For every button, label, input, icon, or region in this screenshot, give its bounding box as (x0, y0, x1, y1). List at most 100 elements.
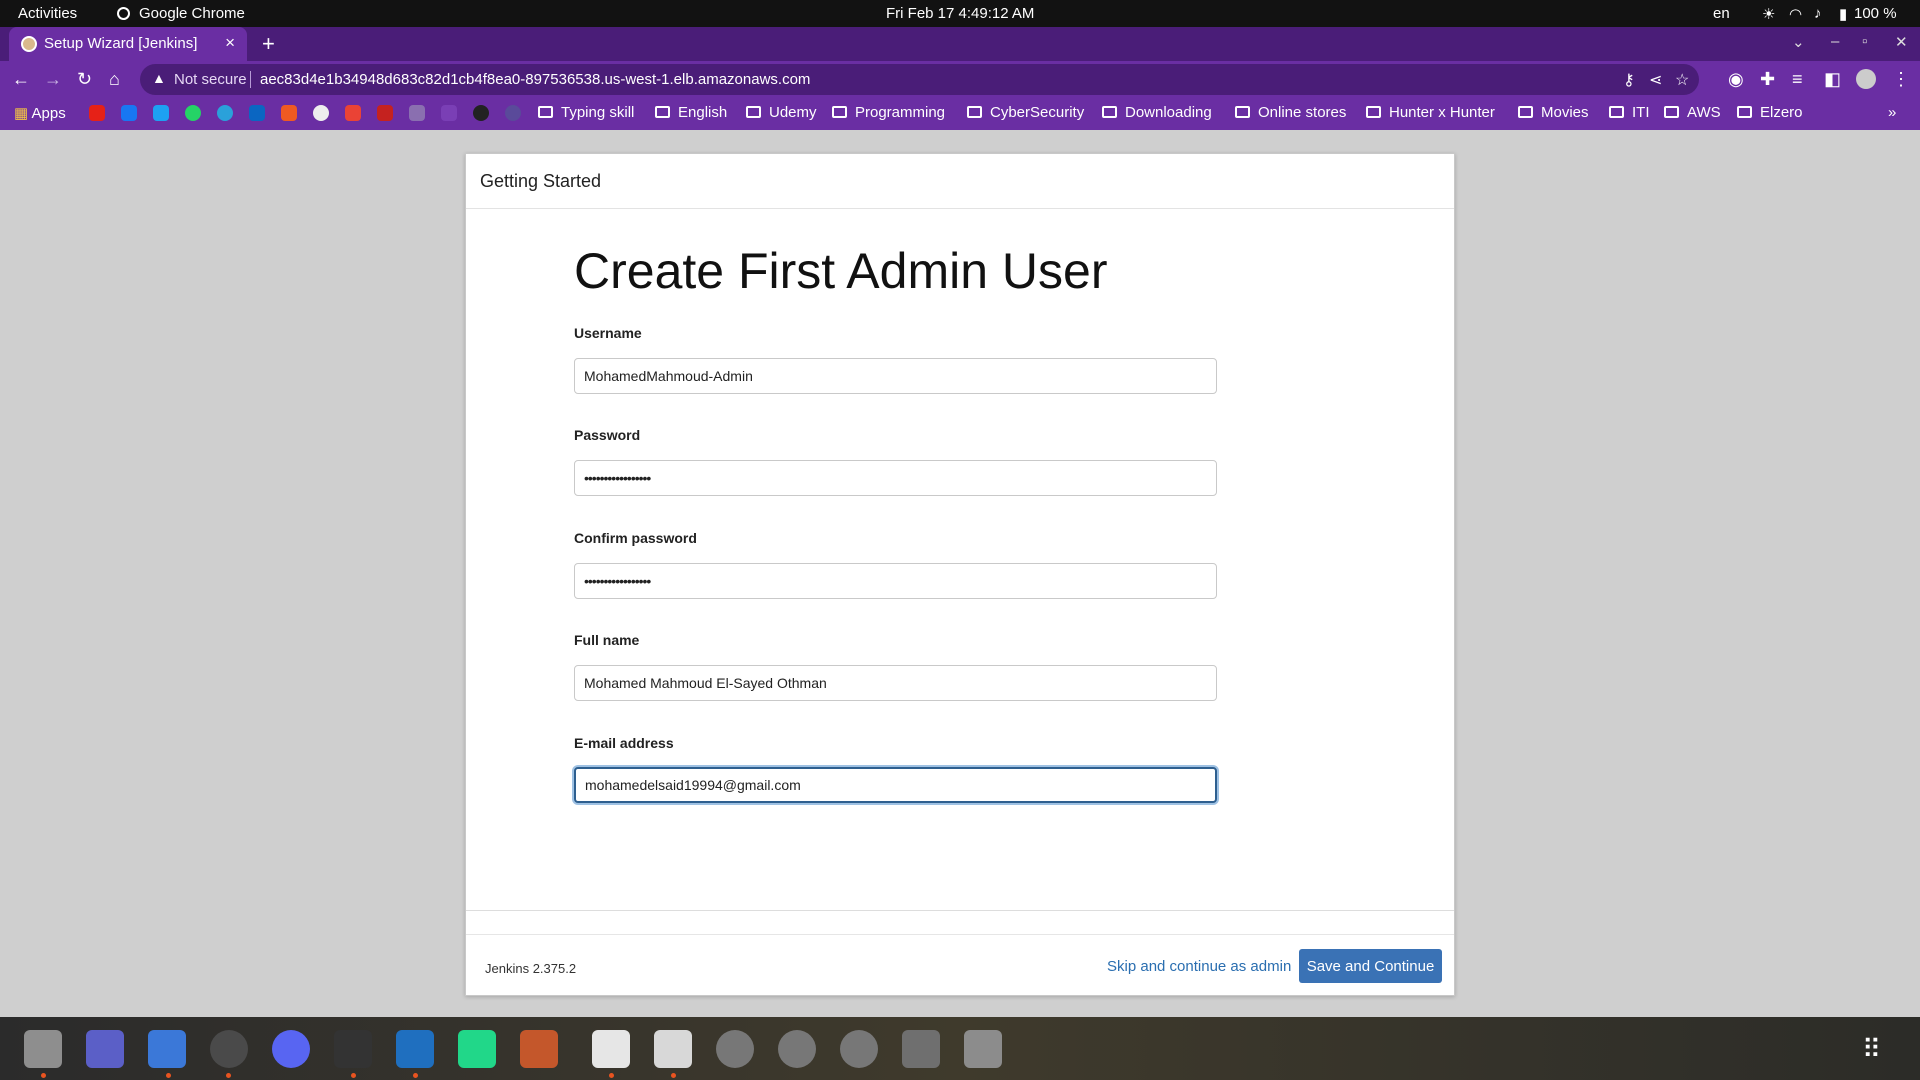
profile-avatar[interactable] (1856, 69, 1876, 89)
bookmark-folder-movies[interactable]: Movies (1518, 104, 1589, 121)
security-status[interactable]: Not secure (174, 71, 247, 88)
password-label: Password (574, 427, 641, 443)
warning-icon[interactable]: ▲ (152, 70, 166, 86)
bookmark-folder-iti[interactable]: ITI (1609, 104, 1650, 121)
minimize-icon[interactable]: – (1831, 33, 1839, 50)
bookmark-folder-hunter-x-hunter[interactable]: Hunter x Hunter (1366, 104, 1495, 121)
tab-strip (0, 27, 1920, 61)
pycharm-icon[interactable] (458, 1030, 496, 1068)
key-icon[interactable]: ⚷ (1623, 70, 1635, 90)
activities-button[interactable]: Activities (18, 5, 77, 22)
whatsapp-icon[interactable] (185, 105, 201, 121)
bookmark-folder-online-stores[interactable]: Online stores (1235, 104, 1346, 121)
side-panel-icon[interactable]: ◧ (1824, 69, 1841, 89)
bookmark-folder-downloading[interactable]: Downloading (1102, 104, 1212, 121)
site-icon-4[interactable] (505, 105, 521, 121)
site-icon-2[interactable] (409, 105, 425, 121)
page-title: Create First Admin User (574, 243, 1108, 299)
bookmark-folder-programming[interactable]: Programming (832, 104, 945, 121)
writer-icon[interactable] (148, 1030, 186, 1068)
disk-icon[interactable] (716, 1030, 754, 1068)
github-icon[interactable] (473, 105, 489, 121)
footer-divider (466, 910, 1454, 911)
folder-icon (1737, 106, 1752, 118)
terminal-icon[interactable] (334, 1030, 372, 1068)
tab-close-icon[interactable]: × (225, 33, 235, 53)
close-window-icon[interactable]: ✕ (1895, 33, 1908, 51)
wifi-icon[interactable]: ◠ (1789, 5, 1802, 23)
screenshot-extension-icon[interactable]: ◉ (1728, 69, 1744, 89)
full-name-input[interactable] (574, 665, 1217, 701)
more-bookmarks-icon[interactable]: » (1888, 104, 1896, 121)
battery-icon[interactable]: ▮ (1839, 5, 1847, 23)
folder-icon (832, 106, 847, 118)
url-text[interactable]: aec83d4e1b34948d683c82d1cb4f8ea0-8975365… (260, 71, 810, 88)
document-viewer-icon[interactable] (654, 1030, 692, 1068)
bookmark-folder-aws[interactable]: AWS (1664, 104, 1721, 121)
twitter-icon[interactable] (153, 105, 169, 121)
restore-icon[interactable]: ▫ (1862, 33, 1867, 50)
discord-icon[interactable] (272, 1030, 310, 1068)
username-input[interactable] (574, 358, 1217, 394)
disk-icon-3[interactable] (840, 1030, 878, 1068)
bookmark-folder-english[interactable]: English (655, 104, 727, 121)
system-top-bar: Activities Google Chrome Fri Feb 17 4:49… (0, 0, 1920, 27)
skip-continue-as-admin-link[interactable]: Skip and continue as admin (1107, 958, 1291, 975)
password-input[interactable] (574, 460, 1217, 496)
clock[interactable]: Fri Feb 17 4:49:12 AM (886, 5, 1034, 22)
share-icon[interactable]: ⋖ (1649, 70, 1662, 90)
teams-icon[interactable] (86, 1030, 124, 1068)
chrome-dock-icon[interactable] (210, 1030, 248, 1068)
text-editor-icon[interactable] (592, 1030, 630, 1068)
chrome-menu-icon[interactable]: ⋮ (1892, 69, 1910, 89)
bookmark-folder-cybersecurity[interactable]: CyberSecurity (967, 104, 1084, 121)
running-indicator (351, 1073, 356, 1078)
footer-divider-2 (466, 934, 1454, 935)
new-tab-button[interactable]: + (262, 31, 275, 57)
bookmark-folder-elzero[interactable]: Elzero (1737, 104, 1803, 121)
media-controls-icon[interactable]: ≡ (1792, 69, 1803, 89)
site-icon-3[interactable] (441, 105, 457, 121)
home-icon[interactable]: ⌂ (109, 69, 120, 89)
running-indicator (413, 1073, 418, 1078)
disk-icon-2[interactable] (778, 1030, 816, 1068)
folder-icon (746, 106, 761, 118)
vscode-icon[interactable] (396, 1030, 434, 1068)
folder-icon (1609, 106, 1624, 118)
email-input[interactable] (574, 767, 1217, 803)
address-bar[interactable]: ▲ Not secure aec83d4e1b34948d683c82d1cb4… (140, 64, 1699, 95)
linkedin-icon[interactable] (249, 105, 265, 121)
trash-icon[interactable] (964, 1030, 1002, 1068)
brightness-icon[interactable]: ☀ (1762, 5, 1775, 23)
facebook-icon[interactable] (121, 105, 137, 121)
reload-icon[interactable]: ↻ (77, 69, 92, 89)
confirm-password-input[interactable] (574, 563, 1217, 599)
folder-icon (967, 106, 982, 118)
volume-icon[interactable]: ♪ (1814, 5, 1822, 22)
forward-icon[interactable]: → (44, 69, 62, 89)
show-apps-icon[interactable]: ⠿ (1862, 1034, 1892, 1064)
running-indicator (166, 1073, 171, 1078)
folder-icon (1102, 106, 1117, 118)
bookmark-folder-udemy[interactable]: Udemy (746, 104, 817, 121)
impress-icon[interactable] (520, 1030, 558, 1068)
jenkins-version: Jenkins 2.375.2 (485, 961, 577, 976)
language-indicator[interactable]: en (1713, 5, 1730, 22)
tab-setup-wizard[interactable]: Setup Wizard [Jenkins] × (9, 27, 247, 61)
files-icon[interactable] (24, 1030, 62, 1068)
youtube-icon[interactable] (89, 105, 105, 121)
gmail-icon[interactable] (345, 105, 361, 121)
soundcloud-icon[interactable] (281, 105, 297, 121)
telegram-icon[interactable] (217, 105, 233, 121)
ssd-drive-icon[interactable] (902, 1030, 940, 1068)
tab-search-icon[interactable]: ⌄ (1792, 33, 1805, 51)
gmail-alt-icon[interactable] (377, 105, 393, 121)
site-icon[interactable] (313, 105, 329, 121)
apps-bookmark[interactable]: ▦ Apps (14, 104, 66, 122)
extensions-icon[interactable]: ✚ (1760, 69, 1775, 89)
bookmark-star-icon[interactable]: ☆ (1675, 70, 1689, 90)
app-menu[interactable]: Google Chrome (139, 5, 245, 22)
back-icon[interactable]: ← (12, 69, 30, 89)
bookmark-folder-typing-skill[interactable]: Typing skill (538, 104, 634, 121)
save-and-continue-button[interactable]: Save and Continue (1299, 949, 1442, 983)
